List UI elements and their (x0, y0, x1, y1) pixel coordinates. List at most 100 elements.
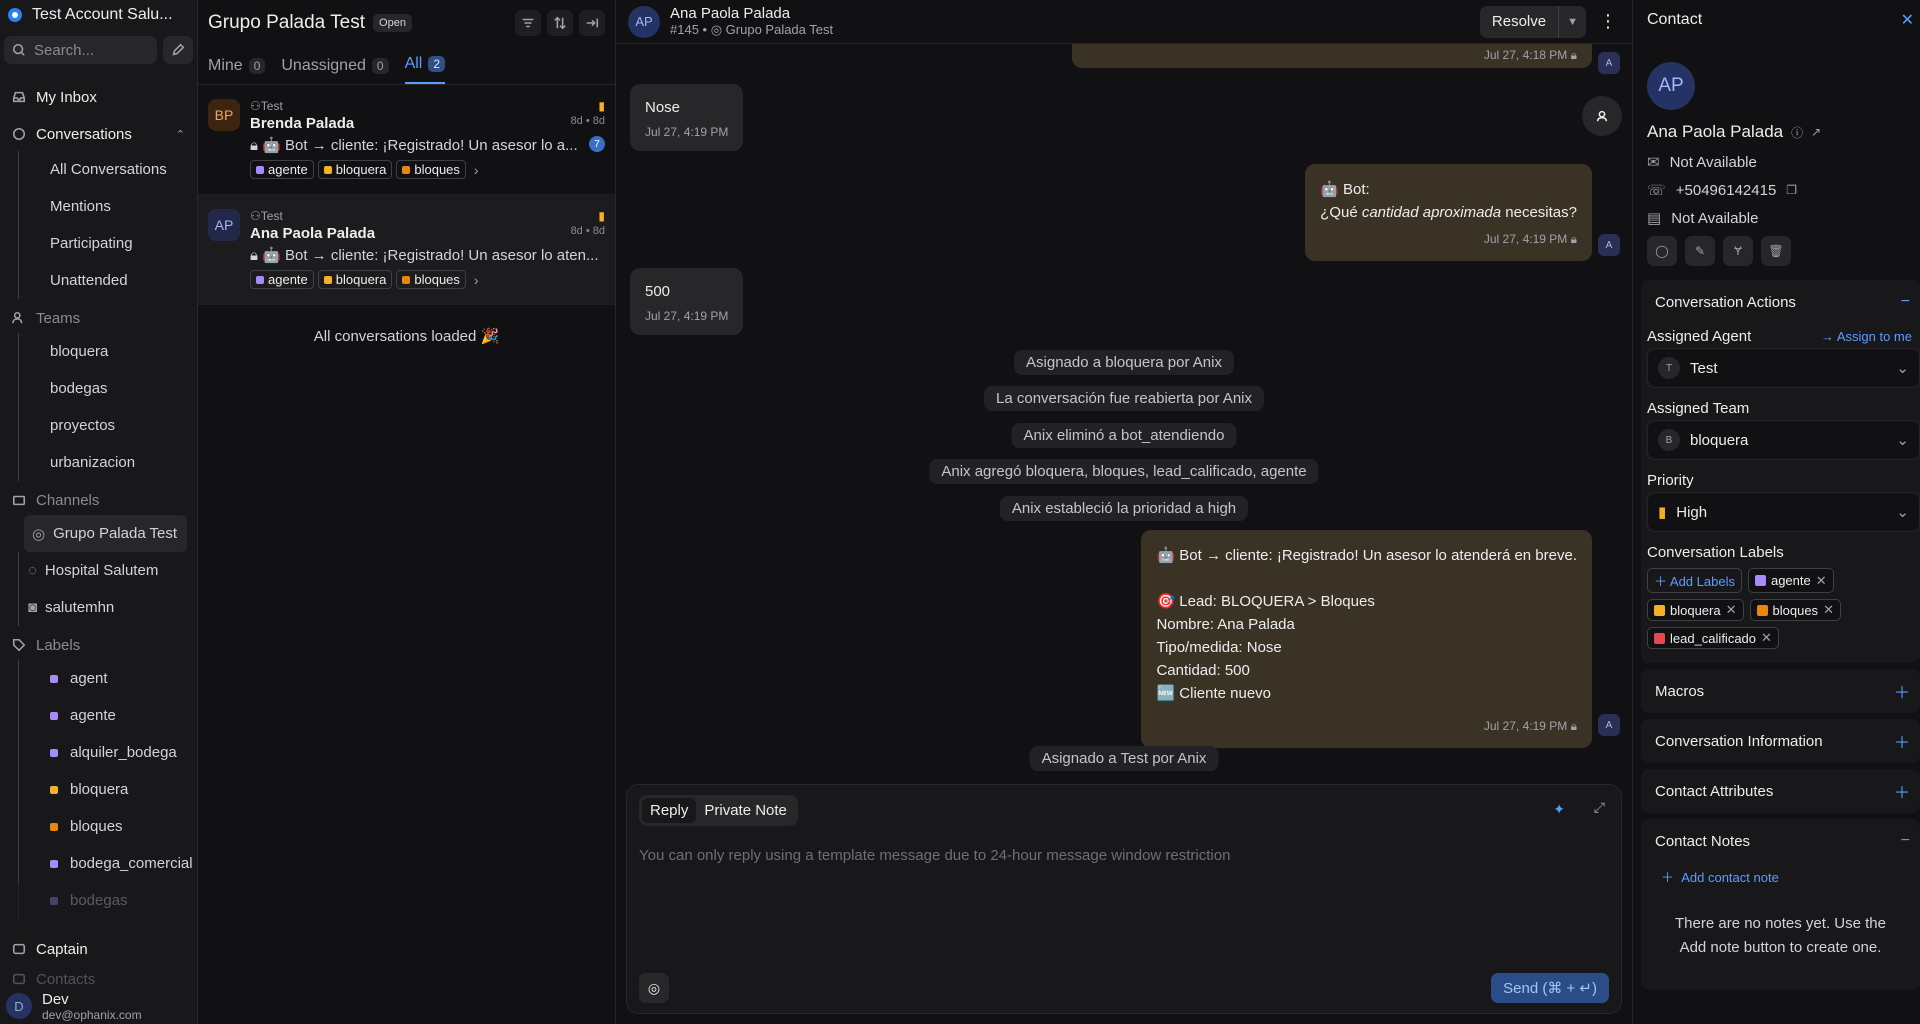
nav-captain[interactable]: Captain (0, 934, 197, 964)
label-item-bodega-comercial[interactable]: bodega_comercial (18, 845, 197, 882)
sort-button[interactable] (547, 9, 573, 36)
edit-contact-button[interactable]: ✎ (1685, 236, 1715, 266)
nav-all-conversations[interactable]: All Conversations (18, 151, 197, 188)
label-item-bloques[interactable]: bloques (18, 808, 197, 845)
team-proyectos[interactable]: proyectos (18, 407, 197, 444)
merge-contact-button[interactable]: Ɏ (1723, 236, 1753, 266)
activity-message: Asignado a Test por Anix (1029, 746, 1219, 771)
search-input[interactable]: Search... (4, 36, 157, 64)
composer-input[interactable]: You can only reply using a template mess… (639, 847, 1230, 864)
contact-attributes-header[interactable]: Contact Attributes ＋ (1641, 769, 1920, 813)
field-label: Assigned Team (1647, 399, 1750, 417)
label-item-bodegas[interactable]: bodegas (18, 882, 197, 919)
contacts-icon (12, 973, 26, 985)
contact-button[interactable] (1582, 96, 1622, 136)
conversation-item[interactable]: AP ⚇Test ▮ Ana Paola Palada 8d • 8d 🔒︎ 🤖 B… (198, 195, 615, 305)
channel-salutemhn[interactable]: ◙ salutemhn (18, 589, 197, 626)
channel-grupo-palada-test[interactable]: ◎ Grupo Palada Test (24, 515, 187, 552)
delete-contact-button[interactable]: 🗑︎ (1761, 236, 1791, 266)
conversation-item[interactable]: BP ⚇Test ▮ Brenda Palada 8d • 8d 🔒︎ 🤖 Bot … (198, 85, 615, 195)
expand-icon[interactable]: ⤢ (1594, 799, 1605, 816)
label-name: bloques (70, 818, 123, 835)
user-icon (1596, 110, 1608, 122)
info-icon[interactable]: ⓘ (1791, 124, 1803, 141)
collapse-button[interactable] (579, 9, 605, 36)
label-name: agente (70, 707, 116, 724)
compose-button[interactable] (163, 36, 193, 64)
account-switcher[interactable]: Test Account Salu... (0, 0, 197, 30)
search-icon (12, 43, 25, 56)
message-time: Jul 27, 4:19 PM (1483, 232, 1568, 246)
nav-my-inbox[interactable]: My Inbox (0, 82, 197, 112)
resolve-dropdown[interactable]: ▼ (1558, 5, 1586, 38)
close-icon[interactable]: ✕ (1901, 10, 1914, 30)
new-message-button[interactable]: ◯ (1647, 236, 1677, 266)
nav-my-inbox-label: My Inbox (36, 88, 97, 106)
copy-icon[interactable]: ❐ (1786, 183, 1797, 197)
add-contact-note-button[interactable]: ＋ Add contact note (1641, 863, 1920, 886)
nav-unattended[interactable]: Unattended (18, 262, 197, 299)
activity-message: Anix agregó bloquera, bloques, lead_cali… (929, 459, 1319, 484)
conversation-information-header[interactable]: Conversation Information ＋ (1641, 719, 1920, 763)
message-line: Tipo/medida: Nose (1156, 639, 1282, 656)
more-options-icon[interactable]: ⋮ (1596, 11, 1620, 32)
label-item-alquiler-bodega[interactable]: alquiler_bodega (18, 734, 197, 771)
tab-mine[interactable]: Mine 0 (208, 57, 266, 84)
section-channels[interactable]: Channels (0, 485, 197, 515)
whatsapp-icon: ◎ (32, 525, 46, 543)
conversation-actions-header[interactable]: Conversation Actions − (1641, 280, 1920, 324)
send-button[interactable]: Send (⌘ + ↵) (1491, 973, 1609, 1003)
priority-select[interactable]: ▮ High ⌄ (1647, 492, 1920, 532)
message-list: Jul 27, 4:18 PM 🔒︎ A Nose Jul 27, 4:19 P… (616, 44, 1632, 784)
chevron-right-icon[interactable]: › (474, 162, 479, 178)
label-item-agent[interactable]: agent (18, 660, 197, 697)
channel-hospital-salutem[interactable]: ◌ Hospital Salutem (18, 552, 197, 589)
label-item-bloquera[interactable]: bloquera (18, 771, 197, 808)
resolve-button[interactable]: Resolve ▼ (1479, 5, 1586, 38)
ai-sparkle-icon[interactable]: ✦ (1553, 801, 1565, 818)
inbox-icon (12, 91, 26, 103)
remove-label-icon[interactable]: ✕ (1726, 602, 1737, 618)
nav-conversations[interactable]: Conversations ⌃ (0, 119, 197, 149)
contact-name[interactable]: Ana Paola Palada (670, 5, 833, 22)
tab-all[interactable]: All 2 (404, 55, 446, 84)
chat-bubble-icon: ◌ (28, 562, 37, 579)
add-labels-button[interactable]: ＋ Add Labels (1647, 568, 1742, 593)
message-text: 🤖 Bot: (1320, 181, 1370, 198)
team-bloquera[interactable]: bloquera (18, 333, 197, 370)
pencil-icon (172, 43, 185, 56)
assigned-team-select[interactable]: Bbloquera ⌄ (1647, 420, 1920, 460)
remove-label-icon[interactable]: ✕ (1761, 630, 1772, 646)
conversation-actions-section: Conversation Actions − Assigned Agent → As… (1641, 280, 1920, 663)
label-name: bloques (414, 162, 460, 177)
tab-reply[interactable]: Reply (642, 798, 697, 823)
whatsapp-template-button[interactable]: ◎ (639, 973, 669, 1003)
label-color-dot (50, 785, 58, 794)
tab-unassigned[interactable]: Unassigned 0 (281, 57, 389, 84)
contact-company-value: Not Available (1671, 209, 1759, 227)
macros-header[interactable]: Macros ＋ (1641, 669, 1920, 713)
user-profile[interactable]: D Dev dev@ophanix.com (0, 988, 197, 1024)
nav-participating[interactable]: Participating (18, 225, 197, 262)
contact-notes-header[interactable]: Contact Notes − (1641, 819, 1920, 863)
label-color-dot (1654, 632, 1665, 644)
assign-to-me-link[interactable]: → Assign to me (1821, 329, 1912, 344)
nav-mentions[interactable]: Mentions (18, 188, 197, 225)
assigned-agent-select[interactable]: T Test ⌄ (1647, 348, 1920, 388)
label-item-agente[interactable]: agente (18, 697, 197, 734)
section-labels[interactable]: Labels (0, 630, 197, 660)
remove-label-icon[interactable]: ✕ (1823, 602, 1834, 618)
tab-private-note[interactable]: Private Note (696, 798, 795, 823)
remove-label-icon[interactable]: ✕ (1816, 573, 1827, 589)
contact-panel: Contact ✕ AP Ana Paola Palada ⓘ ↗ ✉ Not Ava… (1632, 0, 1920, 1024)
chevron-right-icon[interactable]: › (474, 272, 479, 288)
message-preview: 🤖 Bot → cliente: ¡Registrado! Un asesor … (262, 247, 599, 264)
label-name: agente (268, 162, 308, 177)
team-bodegas[interactable]: bodegas (18, 370, 197, 407)
tab-count: 0 (248, 58, 266, 74)
team-urbanizacion[interactable]: urbanizacion (18, 444, 197, 481)
section-teams[interactable]: Teams (0, 303, 197, 333)
filter-button[interactable] (515, 9, 541, 36)
external-link-icon[interactable]: ↗ (1811, 125, 1821, 139)
user-email: dev@ophanix.com (42, 1007, 142, 1022)
